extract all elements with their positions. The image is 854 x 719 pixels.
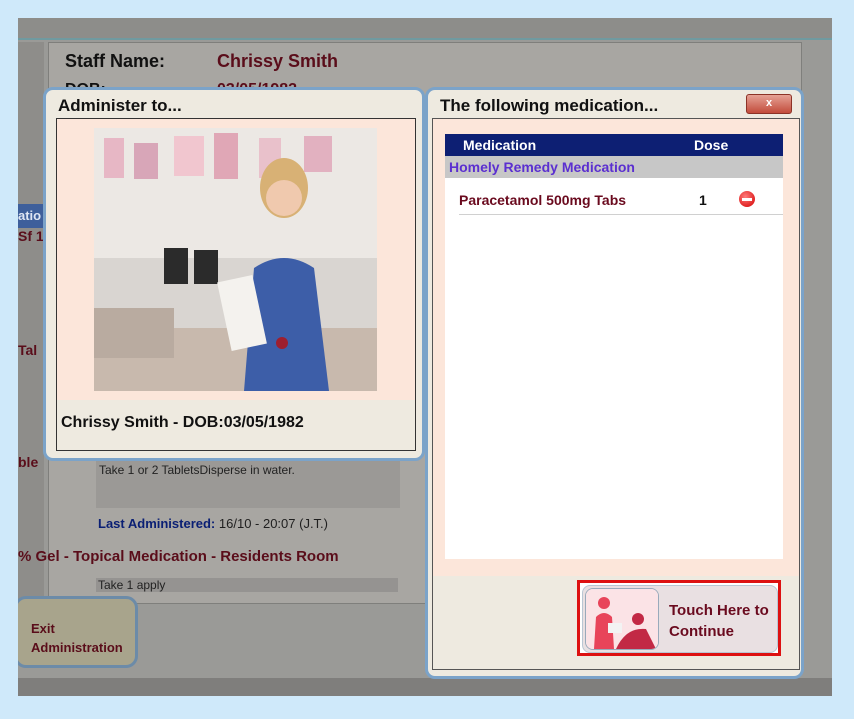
exit-administration-button[interactable]: Exit Administration xyxy=(18,596,138,668)
table-row[interactable]: Paracetamol 500mg Tabs 1 xyxy=(459,186,783,215)
close-button[interactable]: x xyxy=(746,94,792,114)
strip-tab-3: Tal xyxy=(18,342,38,358)
medication-instruction: Take 1 or 2 TabletsDisperse in water. xyxy=(96,460,400,508)
remove-icon[interactable] xyxy=(739,191,755,207)
medication-dialog: The following medication... x Medication… xyxy=(425,87,804,679)
last-administered-value: 16/10 - 20:07 (J.T.) xyxy=(218,516,329,531)
last-administered-label: Last Administered: xyxy=(98,516,216,531)
medication-list: Medication Dose Homely Remedy Medication… xyxy=(445,134,783,559)
bottom-strip xyxy=(18,678,832,696)
gel-medication-heading: % Gel - Topical Medication - Residents R… xyxy=(18,548,339,565)
administer-to-dialog: Administer to... Chrissy Smith - DOB:03/… xyxy=(43,87,425,461)
staff-name-label: Staff Name: xyxy=(65,51,166,71)
background-left-strip: atio Sf 1 Tal ble xyxy=(18,42,44,602)
strip-tab-4: ble xyxy=(18,454,39,470)
strip-tab-2: Sf 1 xyxy=(18,228,44,244)
continue-button[interactable]: Touch Here to Continue xyxy=(577,580,781,656)
top-bar xyxy=(18,18,832,40)
group-label: Homely Remedy Medication xyxy=(449,159,635,175)
dialog-footer: Touch Here to Continue xyxy=(432,576,800,670)
continue-label: Touch Here to Continue xyxy=(669,602,769,640)
medication-name: Paracetamol 500mg Tabs xyxy=(459,192,627,208)
resident-name-area: Chrissy Smith - DOB:03/05/1982 xyxy=(56,400,416,451)
medication-frame: Medication Dose Homely Remedy Medication… xyxy=(432,118,800,578)
resident-name-dob: Chrissy Smith - DOB:03/05/1982 xyxy=(61,414,304,431)
nurse-care-icon xyxy=(585,588,659,650)
strip-tab-1: atio xyxy=(18,204,44,228)
administer-dialog-title: Administer to... xyxy=(58,96,182,115)
resident-photo xyxy=(94,128,377,391)
staff-name-value: Chrissy Smith xyxy=(217,51,339,71)
last-administered: Last Administered: 16/10 - 20:07 (J.T.) xyxy=(98,516,328,531)
close-icon: x xyxy=(765,97,773,109)
resident-photo-frame xyxy=(56,118,416,402)
continue-button-inner: Touch Here to Continue xyxy=(582,585,778,653)
group-row: Homely Remedy Medication xyxy=(445,156,783,178)
column-medication: Medication xyxy=(463,137,537,153)
medication-dialog-title: The following medication... xyxy=(440,96,659,115)
column-dose: Dose xyxy=(694,137,729,153)
table-header: Medication Dose xyxy=(445,134,783,156)
take-instruction: Take 1 apply xyxy=(96,578,398,592)
medication-dose: 1 xyxy=(699,192,707,208)
